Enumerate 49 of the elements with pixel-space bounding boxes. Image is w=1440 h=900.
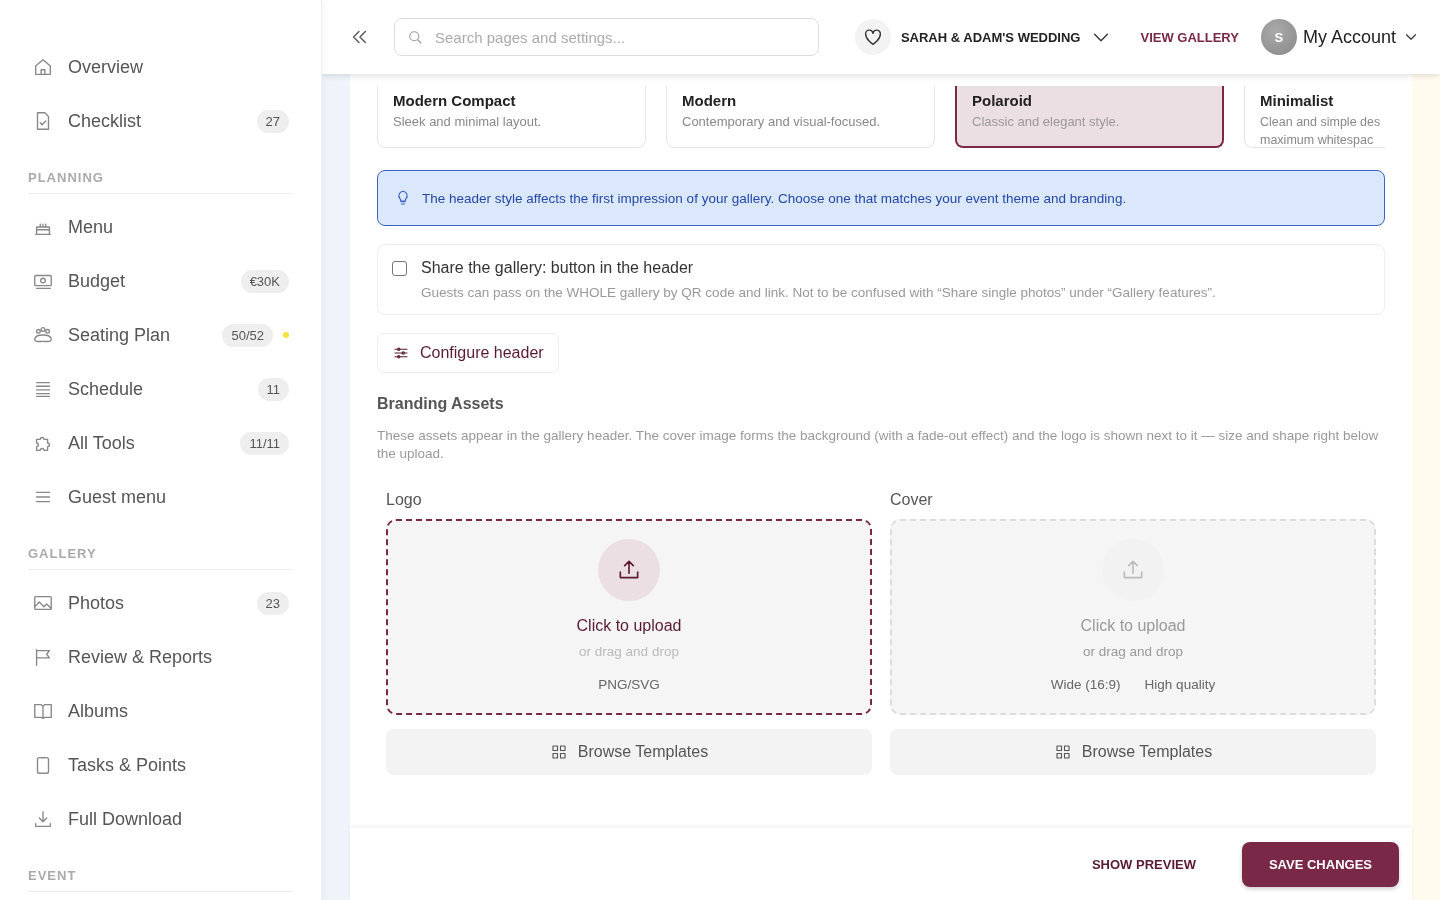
configure-header-button[interactable]: Configure header — [377, 333, 559, 373]
style-card[interactable]: Modern Contemporary and visual-focused. — [666, 86, 935, 148]
upload-dropzone[interactable]: Click to upload or drag and drop PNG/SVG — [386, 519, 872, 715]
checkbox[interactable] — [392, 261, 407, 276]
sidebar-item[interactable]: Seating Plan 50/52 — [28, 308, 293, 362]
count-badge: 11/11 — [240, 431, 289, 455]
style-card[interactable]: Modern Compact Sleek and minimal layout. — [377, 86, 646, 148]
view-gallery-link[interactable]: VIEW GALLERY — [1140, 29, 1239, 45]
section-heading: EVENT — [28, 852, 293, 892]
sidebar-item[interactable]: Albums — [28, 684, 293, 738]
count-badge: €30K — [240, 269, 289, 293]
upload-label: Logo — [386, 491, 423, 509]
sidebar-item[interactable]: Review & Reports — [28, 630, 293, 684]
browse-templates-button[interactable]: Browse Templates — [386, 729, 872, 775]
search-field[interactable]: Search pages and settings... — [394, 18, 819, 56]
option-title: Share the gallery: button in the header — [421, 259, 695, 277]
option-description: Guests can pass on the WHOLE gallery by QR code and link. Not to be confused with “Share single photos” under “Gallery features”. — [421, 285, 1216, 300]
info-text: The header style affects the first impression of your gallery. Choose one that matches your event theme and branding. — [422, 190, 1127, 206]
sidebar-item[interactable]: All Tools 11/11 — [28, 416, 293, 470]
sidebar-item[interactable]: Budget €30K — [28, 254, 293, 308]
account-menu[interactable]: S My Account — [1260, 19, 1420, 55]
section-heading: PLANNING — [28, 154, 293, 194]
sidebar-item[interactable]: Menu — [28, 200, 293, 254]
sidebar-item[interactable]: Overview — [28, 40, 293, 94]
save-changes-button[interactable]: SAVE CHANGES — [1241, 841, 1399, 887]
style-card[interactable]: Minimalist Clean and simple des maximum whitespac — [1244, 86, 1385, 148]
upload-label: Cover — [890, 491, 934, 509]
style-card[interactable]: Polaroid Classic and elegant style. — [955, 86, 1224, 148]
count-badge: 11 — [257, 377, 289, 401]
sidebar-item[interactable]: Tasks & Points — [28, 738, 293, 792]
count-badge: 50/52 — [222, 323, 273, 347]
grid-icon — [1053, 743, 1072, 761]
search-icon — [406, 28, 424, 46]
grid-icon — [549, 743, 568, 761]
count-badge: 27 — [256, 109, 289, 133]
download-icon — [32, 808, 54, 830]
upload-dropzone: Click to upload or drag and drop Wide (16:9) High quality — [890, 519, 1376, 715]
sidebar-item[interactable]: Photos 23 — [28, 576, 293, 630]
sidebar-item[interactable]: Schedule 11 — [28, 362, 293, 416]
event-selector[interactable]: SARAH & ADAM'S WEDDING — [854, 19, 1113, 55]
count-badge: 23 — [256, 591, 289, 615]
section-title: Branding Assets — [377, 395, 505, 413]
house-icon — [32, 56, 54, 78]
sidebar-item[interactable]: Full Download — [28, 792, 293, 846]
section-description: These assets appear in the gallery header. The cover image forms the background (with a fade-out effect) and the logo is shown next to it — size and shape right below the upload. — [377, 427, 1380, 463]
sidebar-item[interactable]: Guest menu — [28, 470, 293, 524]
sidebar-item[interactable]: Checklist 27 — [28, 94, 293, 148]
section-heading: GALLERY — [28, 530, 293, 570]
show-preview-button[interactable]: SHOW PREVIEW — [1085, 855, 1202, 873]
